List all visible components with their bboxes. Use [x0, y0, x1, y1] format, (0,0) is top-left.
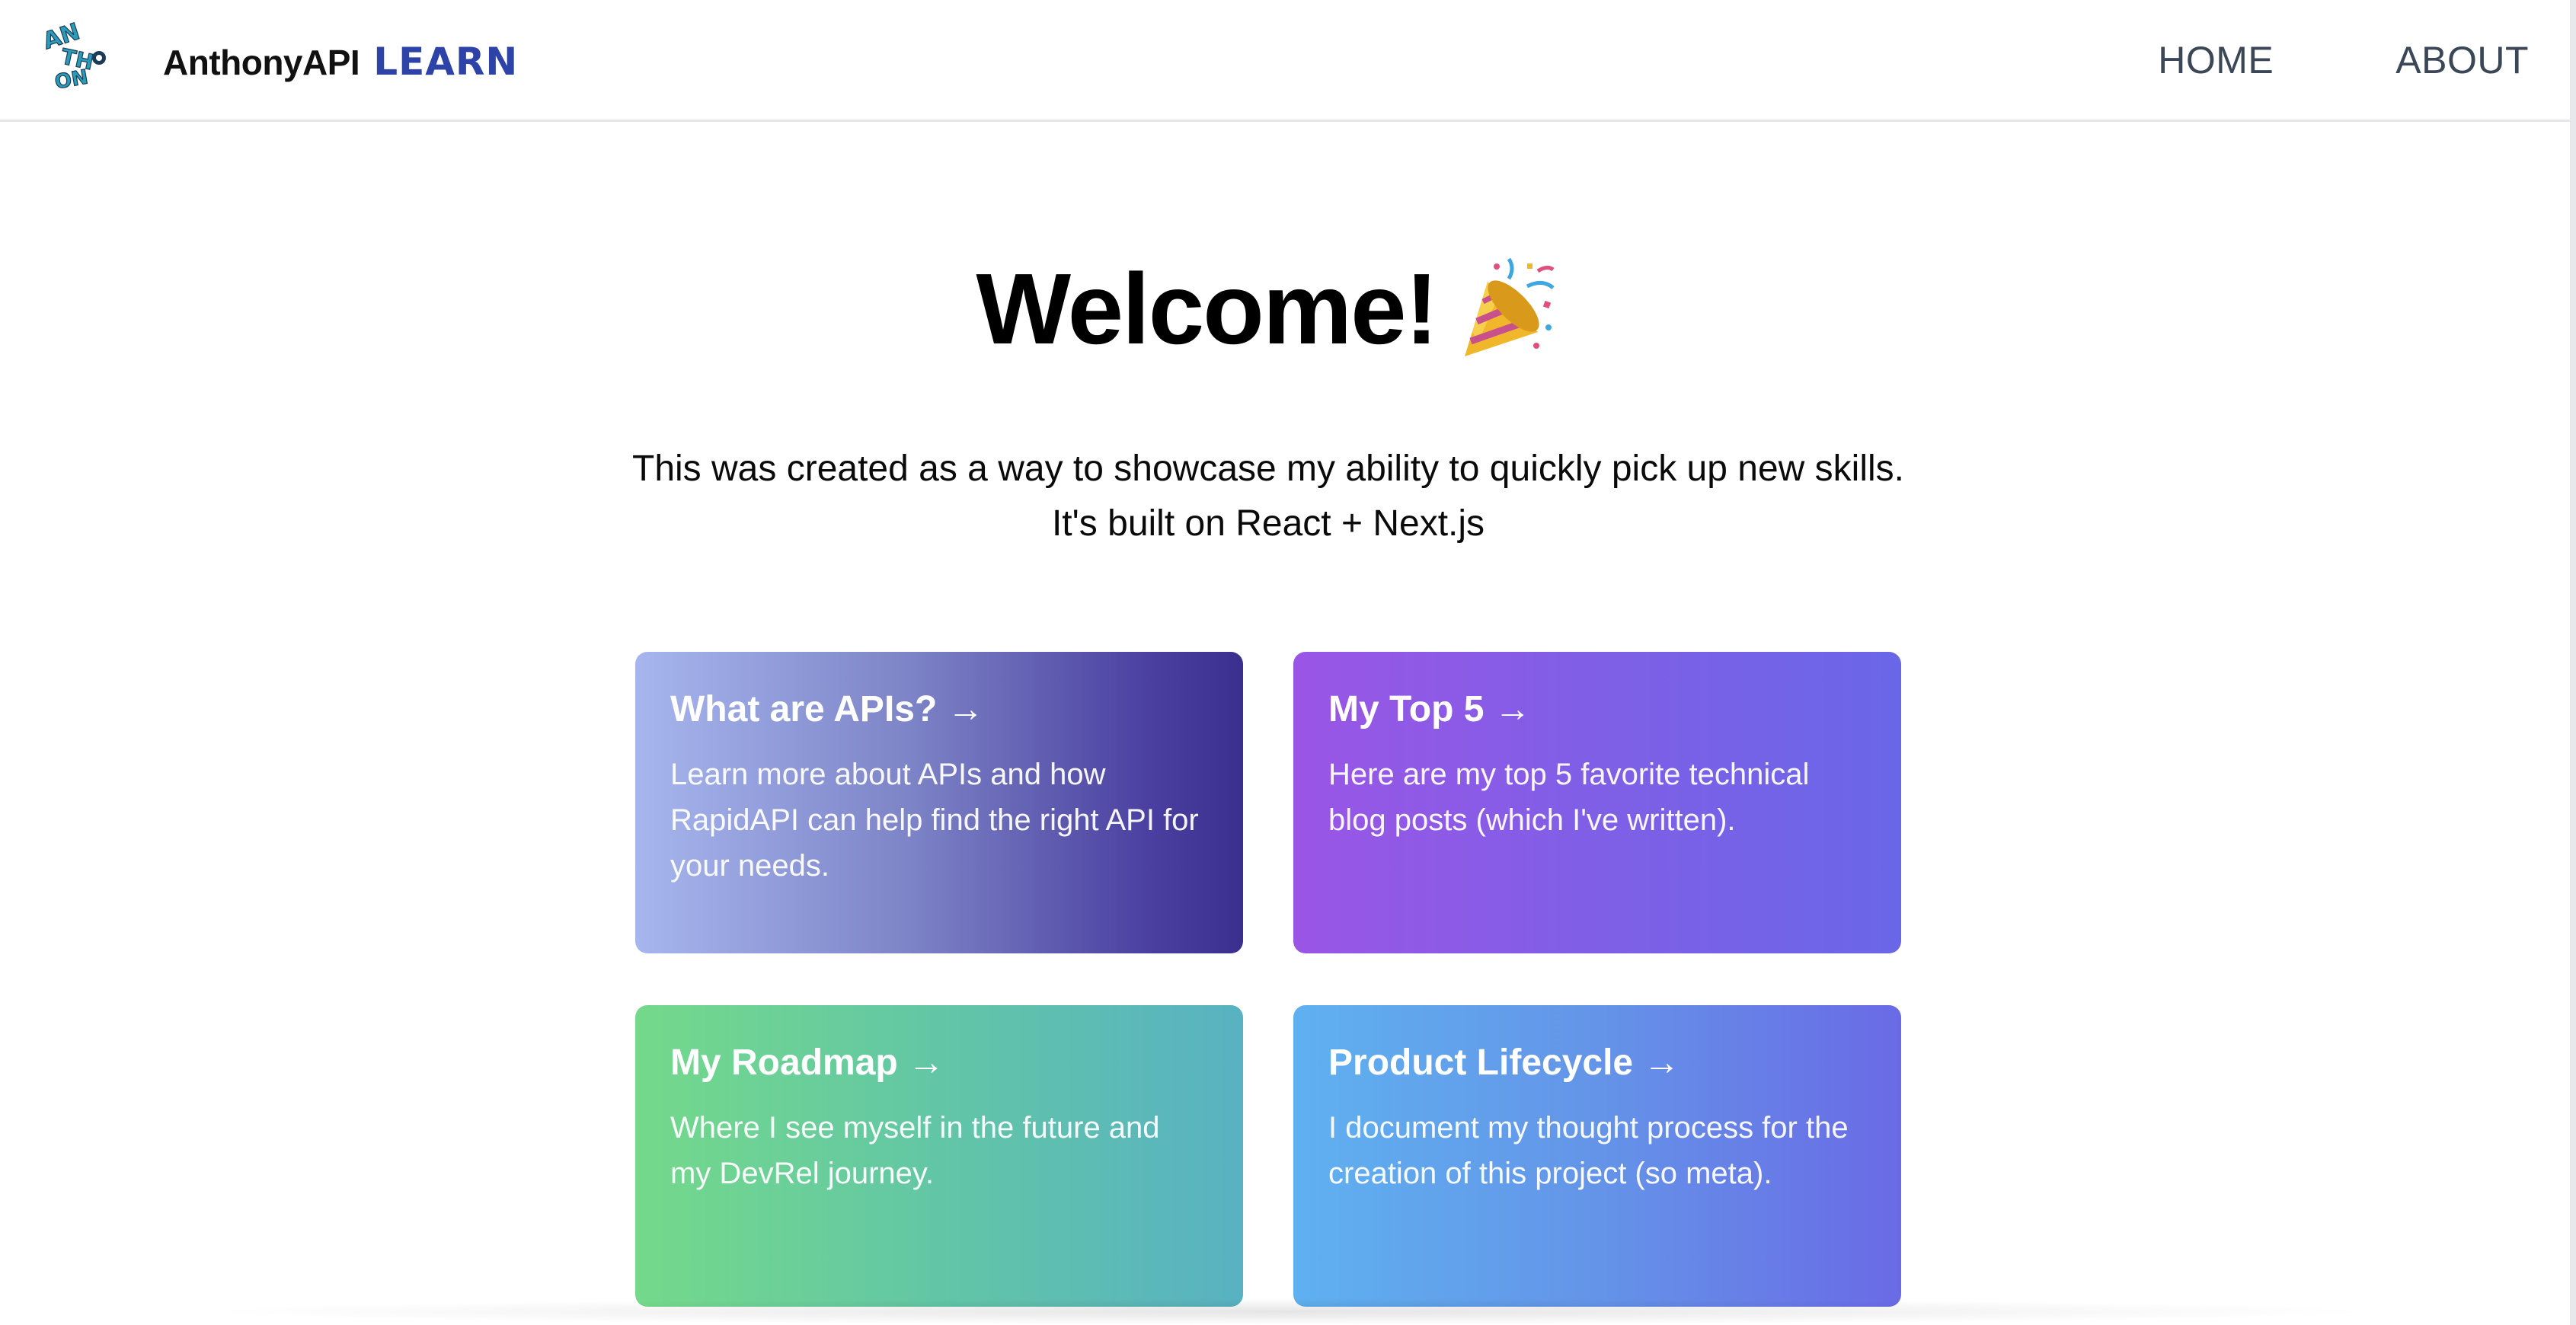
- page: AN TH ON AnthonyAPI LEARN HOME ABOUT Wel…: [0, 0, 2576, 1325]
- brand-name: AnthonyAPI: [163, 43, 360, 82]
- hero-heading: Welcome!: [0, 251, 2536, 366]
- page-title: Welcome!: [976, 253, 1438, 365]
- main-nav: HOME ABOUT: [2158, 38, 2529, 82]
- anthony-logo-icon[interactable]: AN TH ON: [41, 20, 114, 93]
- card-description: Learn more about APIs and how RapidAPI c…: [670, 758, 1199, 883]
- card-my-top-5[interactable]: My Top 5 → Here are my top 5 favorite te…: [1293, 652, 1901, 953]
- bottom-shadow: [190, 1298, 2384, 1325]
- nav-home-link[interactable]: HOME: [2158, 38, 2274, 82]
- card-title: Product Lifecycle →: [1328, 1042, 1680, 1083]
- card-title: My Roadmap →: [670, 1042, 945, 1083]
- card-what-are-apis[interactable]: What are APIs? → Learn more about APIs a…: [635, 652, 1243, 953]
- card-product-lifecycle[interactable]: Product Lifecycle → I document my though…: [1293, 1005, 1901, 1307]
- card-title: My Top 5 →: [1328, 689, 1531, 730]
- card-description: I document my thought process for the cr…: [1328, 1111, 1849, 1190]
- card-my-roadmap[interactable]: My Roadmap → Where I see myself in the f…: [635, 1005, 1243, 1307]
- scrollbar-track[interactable]: [2570, 0, 2576, 1325]
- subtitle-line-1: This was created as a way to showcase my…: [632, 449, 1904, 489]
- brand-suffix: LEARN: [373, 40, 519, 84]
- top-navbar: AN TH ON AnthonyAPI LEARN HOME ABOUT: [0, 0, 2570, 122]
- nav-about-link[interactable]: ABOUT: [2395, 38, 2529, 82]
- card-title: What are APIs? →: [670, 689, 984, 730]
- hero-subtitle: This was created as a way to showcase my…: [0, 442, 2536, 551]
- party-popper-icon: [1464, 257, 1555, 356]
- subtitle-line-2: It's built on React + Next.js: [1051, 503, 1485, 544]
- card-description: Where I see myself in the future and my …: [670, 1111, 1160, 1190]
- svg-text:ON: ON: [53, 65, 90, 93]
- card-description: Here are my top 5 favorite technical blo…: [1328, 758, 1810, 837]
- brand[interactable]: AnthonyAPI LEARN: [163, 40, 518, 85]
